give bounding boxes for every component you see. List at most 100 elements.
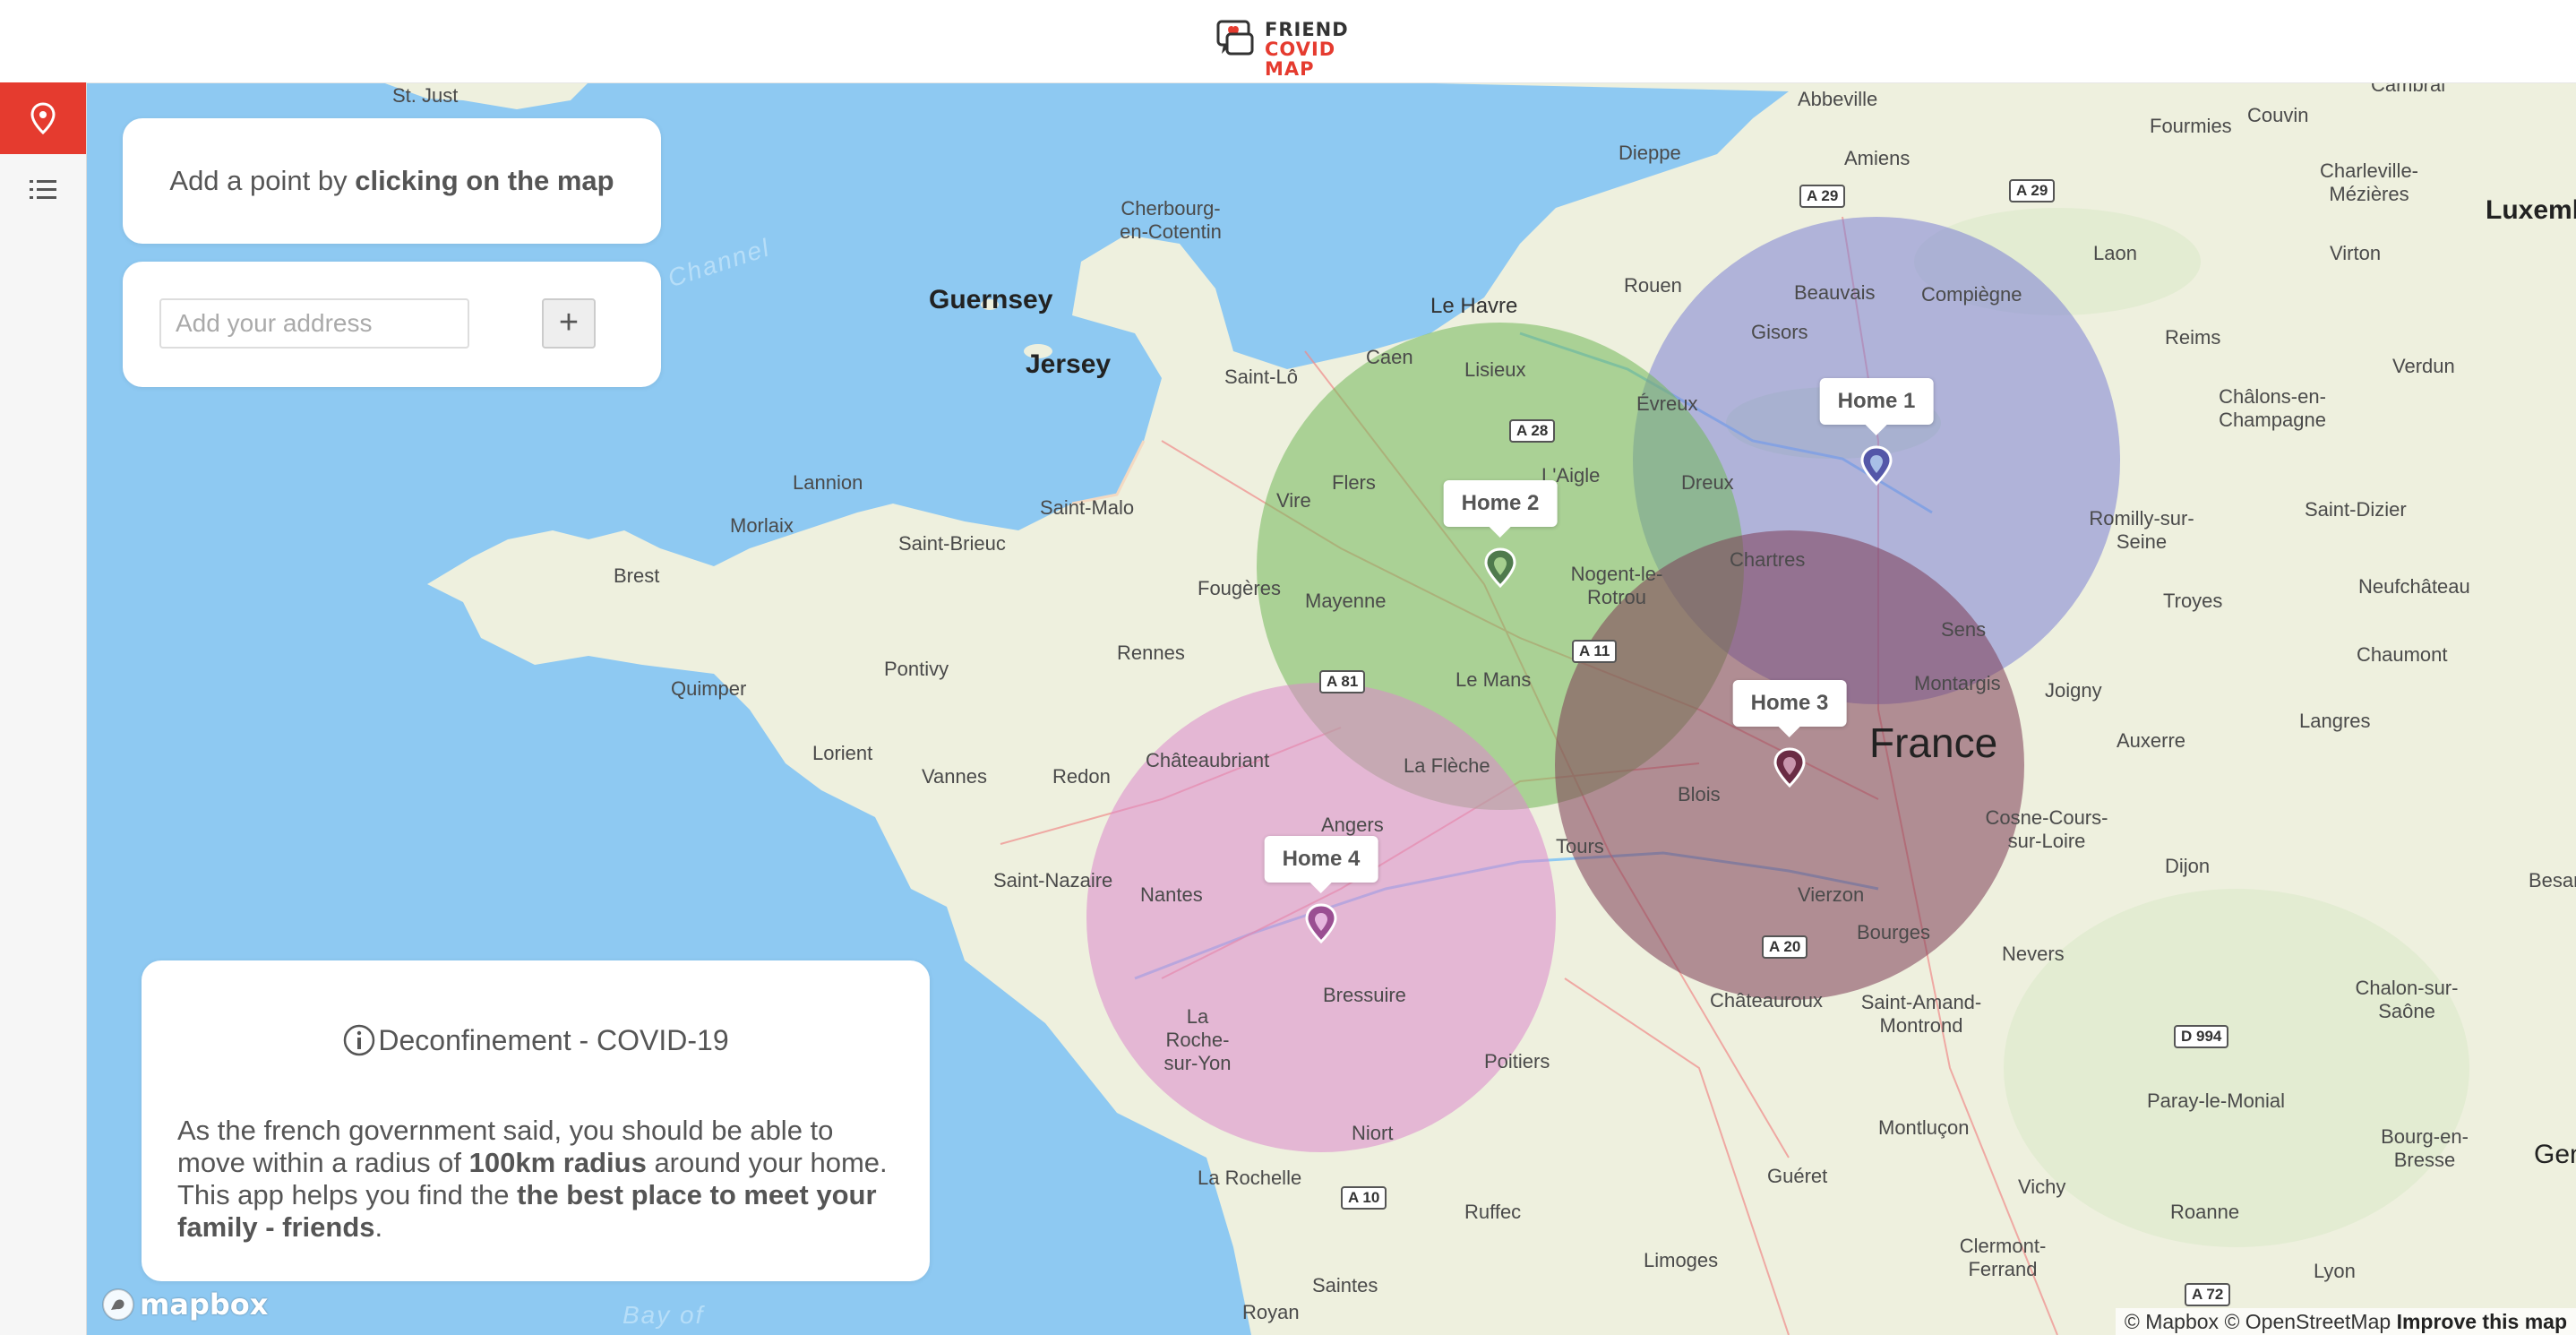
- home-3-label[interactable]: Home 3: [1732, 680, 1847, 737]
- place-label: Vannes: [922, 765, 987, 788]
- logo-text: FRIEND COVID MAP: [1265, 20, 1358, 79]
- home-1-pin-icon[interactable]: [1859, 444, 1894, 486]
- water-label: Bay of: [623, 1301, 705, 1329]
- home-2-pin-icon[interactable]: [1482, 547, 1518, 588]
- place-label: Le Havre: [1430, 294, 1518, 318]
- place-label: Quimper: [671, 677, 747, 700]
- mapbox-logo[interactable]: mapbox: [100, 1287, 268, 1322]
- place-label: Bourges: [1857, 921, 1930, 943]
- place-label: Chalon-sur-Saône: [2355, 977, 2459, 1022]
- attribution-osm[interactable]: © OpenStreetMap: [2224, 1310, 2391, 1333]
- place-label: Nantes: [1140, 883, 1203, 906]
- logo-line-2: COVID MAP: [1265, 39, 1336, 80]
- place-label: Verdun: [2392, 355, 2455, 377]
- sidebar-item-list[interactable]: [0, 154, 86, 226]
- place-label: Sens: [1941, 618, 1987, 641]
- place-label: Saint-Nazaire: [993, 869, 1113, 891]
- hint-prefix: Add a point by: [169, 165, 356, 196]
- place-label: Cherbourg-en-Cotentin: [1120, 197, 1222, 243]
- place-label: Abbeville: [1798, 88, 1878, 110]
- place-label: Brest: [614, 564, 660, 587]
- attribution-mapbox[interactable]: © Mapbox: [2125, 1310, 2219, 1333]
- place-label: Guernsey: [929, 285, 1053, 314]
- app-logo[interactable]: FRIEND COVID MAP: [1215, 16, 1358, 79]
- place-label: Chartres: [1730, 548, 1806, 571]
- map-pin-icon: [30, 102, 56, 134]
- place-label: Pontivy: [884, 658, 949, 680]
- place-label: Cambrai: [2371, 82, 2446, 96]
- place-label: Fougères: [1198, 577, 1281, 599]
- place-label: Nevers: [2002, 943, 2065, 965]
- improve-map-link[interactable]: Improve this map: [2397, 1310, 2567, 1333]
- road-shield: D 994: [2174, 1025, 2229, 1048]
- info-bold: 100km radius: [468, 1147, 647, 1178]
- place-label: Niort: [1352, 1122, 1394, 1144]
- info-text: .: [374, 1211, 383, 1243]
- place-label: Dreux: [1681, 471, 1734, 494]
- place-label: Bressuire: [1323, 984, 1406, 1006]
- place-label: Poitiers: [1484, 1050, 1550, 1072]
- road-shield: A 10: [1341, 1186, 1387, 1210]
- place-label: Dijon: [2165, 855, 2211, 877]
- road-shield: A 28: [1509, 419, 1556, 443]
- place-label: Vierzon: [1798, 883, 1865, 906]
- home-2-label[interactable]: Home 2: [1443, 480, 1558, 538]
- place-label: Redon: [1052, 765, 1111, 788]
- home-1-label[interactable]: Home 1: [1819, 378, 1934, 435]
- place-label: Auxerre: [2117, 729, 2186, 752]
- place-label: Beauvais: [1794, 281, 1876, 304]
- place-label: Charleville-Mézières: [2319, 159, 2419, 205]
- place-label: Morlaix: [730, 514, 794, 537]
- place-label: Caen: [1366, 346, 1413, 368]
- mapbox-icon: [102, 1288, 134, 1321]
- add-address-button[interactable]: +: [542, 298, 596, 349]
- place-label: Limoges: [1644, 1249, 1719, 1271]
- info-title: Deconfinement - COVID-19: [142, 1023, 930, 1057]
- road-shield: A 29: [2009, 179, 2056, 202]
- mapbox-wordmark: mapbox: [140, 1288, 269, 1322]
- road-shield: A 72: [2185, 1283, 2231, 1306]
- place-label: Lorient: [812, 742, 873, 764]
- place-label: Clermont-Ferrand: [1959, 1235, 2047, 1280]
- address-input[interactable]: [159, 298, 469, 349]
- place-label: Chaumont: [2357, 643, 2448, 666]
- info-body: As the french government said, you shoul…: [177, 1115, 894, 1244]
- home-3-pin-icon[interactable]: [1772, 746, 1807, 788]
- place-label: Châteauroux: [1710, 989, 1823, 1012]
- place-label: Saint-Malo: [1040, 496, 1135, 519]
- place-label: Flers: [1332, 471, 1376, 494]
- place-label: Royan: [1242, 1301, 1300, 1323]
- place-label: La Flèche: [1404, 754, 1490, 777]
- place-label: La Roche-sur-Yon: [1163, 1005, 1232, 1074]
- place-label: Mayenne: [1305, 590, 1387, 612]
- place-label: Bourg-en-Bresse: [2381, 1125, 2469, 1171]
- place-label: Lyon: [2314, 1260, 2356, 1282]
- place-label: Rouen: [1624, 274, 1682, 297]
- country-label: France: [1869, 719, 1998, 766]
- place-label: Jersey: [1026, 349, 1112, 379]
- place-label: Saint-Lô: [1224, 366, 1298, 388]
- home-4-pin-icon[interactable]: [1303, 902, 1339, 943]
- list-icon: [30, 180, 56, 199]
- place-label: La Rochelle: [1198, 1167, 1302, 1189]
- place-label: Fourmies: [2150, 115, 2232, 137]
- place-label: Guéret: [1767, 1165, 1828, 1187]
- place-label: Lannion: [793, 471, 863, 494]
- place-label: Gen: [2534, 1140, 2576, 1169]
- place-label: Luxemb: [2486, 195, 2576, 225]
- road-shield: A 20: [1762, 935, 1808, 959]
- place-label: Tours: [1556, 835, 1604, 857]
- place-label: Troyes: [2163, 590, 2223, 612]
- place-label: Amiens: [1844, 147, 1911, 169]
- place-label: Blois: [1678, 783, 1721, 805]
- sidebar-item-map[interactable]: [0, 82, 86, 154]
- place-label: Compiègne: [1921, 283, 2022, 306]
- road-shield: A 29: [1799, 185, 1846, 208]
- place-label: Le Mans: [1455, 668, 1532, 691]
- place-label: Nogent-le-Rotrou: [1570, 563, 1663, 608]
- place-label: Couvin: [2247, 104, 2309, 126]
- home-4-label[interactable]: Home 4: [1264, 836, 1378, 893]
- place-label: Châlons-en-Champagne: [2219, 385, 2326, 431]
- place-label: Romilly-sur-Seine: [2089, 507, 2194, 553]
- place-label: Rennes: [1117, 642, 1185, 664]
